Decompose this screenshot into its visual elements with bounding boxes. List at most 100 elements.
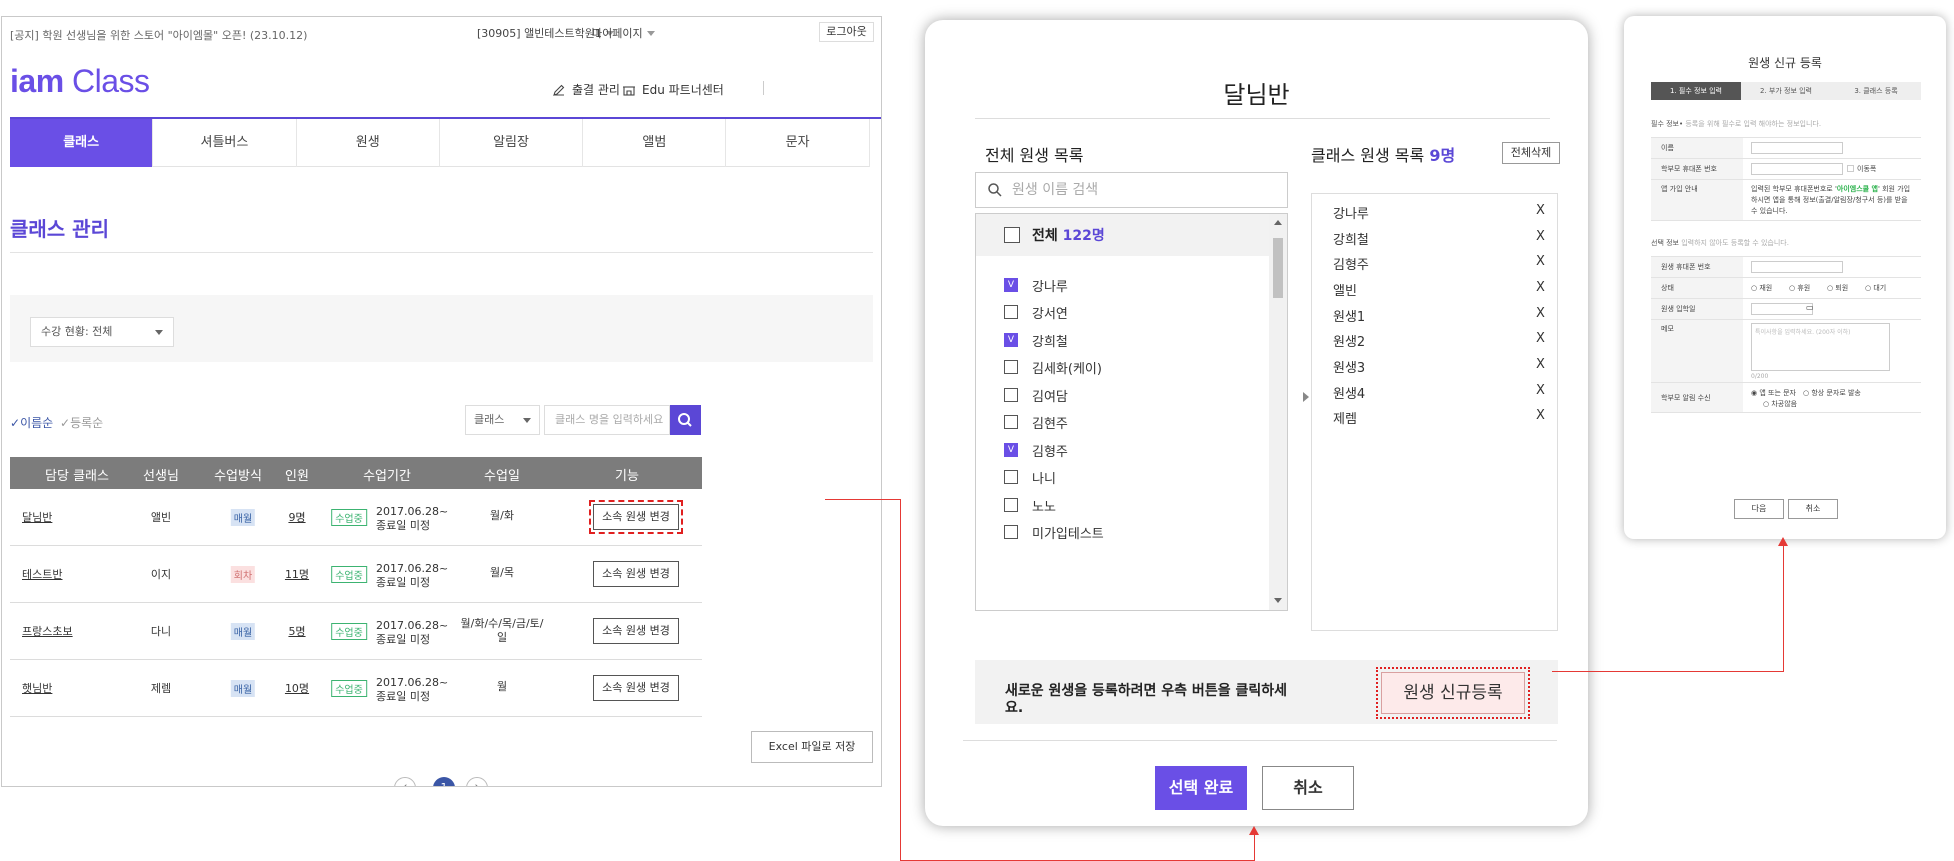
lesson-type-badge: 매월 <box>230 680 256 697</box>
lesson-type-badge: 회차 <box>230 566 256 583</box>
state-radio-withdrawn[interactable]: ○ 퇴원 <box>1827 283 1848 293</box>
student-checkbox[interactable] <box>1004 470 1018 484</box>
new-student-button[interactable]: 원생 신규등록 <box>1376 667 1530 719</box>
class-name-link[interactable]: 햇님반 <box>22 680 52 696</box>
delete-all-button[interactable]: 전체삭제 <box>1502 142 1560 164</box>
cancel-button[interactable]: 취소 <box>1788 499 1838 519</box>
remove-icon[interactable]: X <box>1536 280 1545 295</box>
join-date-row: 원생 입학일 ▭ <box>1651 298 1921 319</box>
student-search-input[interactable]: 원생 이름 검색 <box>975 172 1288 208</box>
prev-page-button[interactable]: ‹ <box>394 777 416 786</box>
tab-class[interactable]: 클래스 <box>10 119 154 167</box>
table-row: 프랑스초보 다니 매월 5명 수업중 2017.06.28~ 종료일 미정 월/화… <box>10 603 702 660</box>
name-field[interactable] <box>1751 142 1843 154</box>
search-button[interactable] <box>670 405 701 435</box>
search-type-select[interactable]: 클래스 <box>465 405 540 435</box>
register-info-text: 새로운 원생을 등록하려면 우측 버튼을 클릭하세요. <box>1005 683 1287 716</box>
confirm-selection-button[interactable]: 선택 완료 <box>1155 766 1247 810</box>
join-date-field[interactable] <box>1751 303 1813 315</box>
no-phone-checkbox[interactable] <box>1847 165 1854 172</box>
connector-line <box>1552 671 1784 672</box>
select-all-row[interactable]: 전체 122명 <box>976 214 1269 256</box>
move-right-icon[interactable] <box>1303 392 1309 402</box>
class-search-input[interactable]: 클래스 명을 입력하세요 <box>544 405 670 435</box>
class-name-link[interactable]: 프랑스초보 <box>22 623 73 639</box>
change-students-button[interactable]: 소속 원생 변경 <box>593 561 679 587</box>
iam-class-logo[interactable]: iam Class <box>10 63 150 100</box>
notice-banner[interactable]: [공지] 학원 선생님을 위한 스토어 "아이엠몰" 오픈! (23.10.12… <box>10 27 307 43</box>
attendance-link[interactable]: 출결 관리 <box>552 81 620 98</box>
scrollbar[interactable] <box>1269 214 1287 610</box>
remove-icon[interactable]: X <box>1536 408 1545 423</box>
cancel-button[interactable]: 취소 <box>1262 766 1354 810</box>
remove-icon[interactable]: X <box>1536 357 1545 372</box>
modal-title: 달님반 <box>1223 81 1290 109</box>
logout-button[interactable]: 로그아웃 <box>819 22 874 42</box>
student-checkbox[interactable]: V <box>1004 333 1018 347</box>
enrollment-status-select[interactable]: 수강 현황: 전체 <box>30 317 174 347</box>
connector-line <box>1254 834 1255 861</box>
memo-textarea[interactable]: 특이사항을 입력하세요. (200자 이하) <box>1751 323 1890 371</box>
change-students-button[interactable]: 소속 원생 변경 <box>593 675 679 701</box>
state-radio-enrolled[interactable]: ○ 재원 <box>1751 283 1772 293</box>
class-name-link[interactable]: 테스트반 <box>22 566 62 582</box>
tab-sms[interactable]: 문자 <box>726 119 870 167</box>
student-phone-field[interactable] <box>1751 261 1843 273</box>
connector-line <box>1783 545 1784 672</box>
student-checkbox[interactable] <box>1004 305 1018 319</box>
select-all-checkbox[interactable] <box>1004 227 1020 243</box>
class-days: 월 <box>496 680 508 693</box>
tab-shuttle[interactable]: 셔틀버스 <box>153 119 297 167</box>
chevron-down-icon <box>646 30 655 36</box>
sort-by-registration[interactable]: ✓등록순 <box>60 414 103 431</box>
status-badge: 수업중 <box>331 509 367 526</box>
page-number[interactable]: 1 <box>433 777 455 786</box>
tab-album[interactable]: 앨범 <box>583 119 727 167</box>
state-row: 상태 ○ 재원 ○ 휴원 ○ 퇴원 ○ 대기 <box>1651 277 1921 298</box>
change-students-button[interactable]: 소속 원생 변경 <box>589 500 683 534</box>
calendar-icon[interactable]: ▭ <box>1806 303 1814 312</box>
scroll-thumb[interactable] <box>1273 238 1283 298</box>
excel-export-button[interactable]: Excel 파일로 저장 <box>751 731 873 763</box>
arrow-up-icon <box>1778 537 1788 546</box>
student-checkbox[interactable]: V <box>1004 278 1018 292</box>
student-checkbox[interactable] <box>1004 360 1018 374</box>
next-button[interactable]: 다음 <box>1734 499 1784 519</box>
student-checkbox[interactable] <box>1004 415 1018 429</box>
student-count-link[interactable]: 11명 <box>285 566 309 582</box>
state-radio-leave[interactable]: ○ 휴원 <box>1789 283 1810 293</box>
student-checkbox[interactable] <box>1004 525 1018 539</box>
remove-icon[interactable]: X <box>1536 254 1545 269</box>
tab-notice[interactable]: 알림장 <box>440 119 584 167</box>
mypage-menu[interactable]: 마이페이지 <box>592 25 655 41</box>
scroll-down-icon[interactable] <box>1274 598 1282 603</box>
scroll-up-icon[interactable] <box>1274 220 1282 225</box>
notify-radio-none[interactable]: ○ 차공않음 <box>1763 399 1797 409</box>
student-checkbox[interactable] <box>1004 388 1018 402</box>
parent-phone-field[interactable] <box>1751 163 1843 175</box>
student-checkbox[interactable]: V <box>1004 443 1018 457</box>
student-count-link[interactable]: 9명 <box>288 509 305 525</box>
memo-counter: 0/200 <box>1751 373 1769 380</box>
status-badge: 수업중 <box>331 623 367 640</box>
edu-partner-link[interactable]: Edu 파트너센터 <box>622 81 724 98</box>
tab-students[interactable]: 원생 <box>297 119 440 167</box>
student-count-link[interactable]: 10명 <box>285 680 309 696</box>
parent-phone-row: 학부모 휴대폰 번호 이동폭 <box>1651 158 1921 179</box>
notify-radio-sms[interactable]: ○ 항상 문자로 발송 <box>1803 388 1861 398</box>
class-name-link[interactable]: 달님반 <box>22 509 52 525</box>
notify-radio-app[interactable]: ◉ 앱 또는 문자 <box>1751 388 1796 398</box>
remove-icon[interactable]: X <box>1536 203 1545 218</box>
change-students-button[interactable]: 소속 원생 변경 <box>593 618 679 644</box>
remove-icon[interactable]: X <box>1536 331 1545 346</box>
remove-icon[interactable]: X <box>1536 229 1545 244</box>
next-page-button[interactable]: › <box>466 777 488 786</box>
state-radio-waiting[interactable]: ○ 대기 <box>1865 283 1886 293</box>
student-checkbox[interactable] <box>1004 498 1018 512</box>
sort-by-name[interactable]: ✓이름순 <box>10 414 53 431</box>
student-count-link[interactable]: 5명 <box>288 623 305 639</box>
name-row: 이름 <box>1651 137 1921 158</box>
remove-icon[interactable]: X <box>1536 383 1545 398</box>
remove-icon[interactable]: X <box>1536 306 1545 321</box>
period-text: 2017.06.28~ 종료일 미정 <box>376 619 449 646</box>
